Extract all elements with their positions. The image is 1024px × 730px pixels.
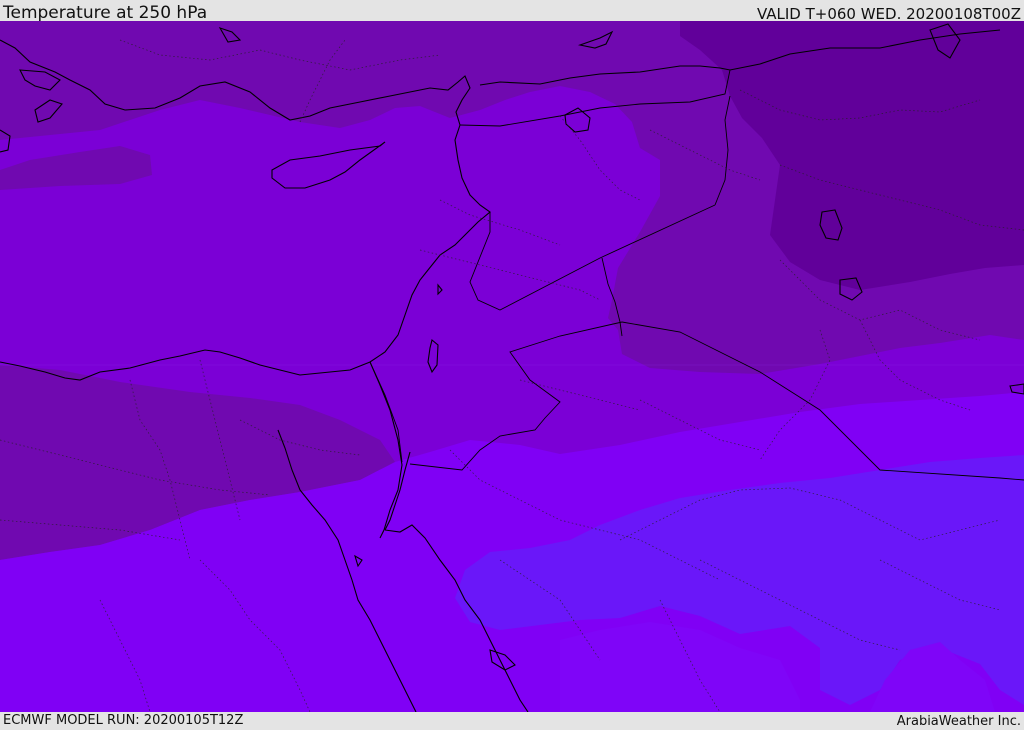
map-title: Temperature at 250 hPa xyxy=(3,3,208,23)
weather-map[interactable] xyxy=(0,21,1024,712)
map-canvas xyxy=(0,21,1024,712)
credit-label: ArabiaWeather Inc. xyxy=(896,714,1021,729)
header-bar: Temperature at 250 hPa VALID T+060 WED. … xyxy=(0,0,1024,23)
footer-bar: ECMWF MODEL RUN: 20200105T12Z ArabiaWeat… xyxy=(0,712,1024,729)
model-run-label: ECMWF MODEL RUN: 20200105T12Z xyxy=(3,713,244,728)
